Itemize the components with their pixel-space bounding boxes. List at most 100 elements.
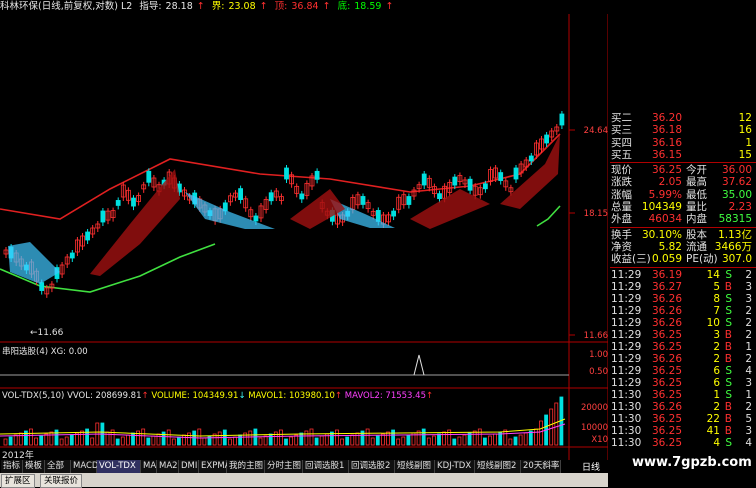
tick-price: 36.26 (651, 352, 682, 365)
vol-tick-3: X10 (591, 435, 608, 445)
tick-side: B (724, 424, 732, 437)
tab-8[interactable]: EXPMA (199, 460, 230, 473)
volume-bar (472, 430, 477, 446)
candle-body (131, 197, 136, 207)
down-band (8, 242, 60, 284)
tab-15[interactable]: 短线副图2 (475, 460, 521, 473)
watermark: www.7gpzb.com (632, 455, 752, 470)
volume-bar (238, 434, 243, 446)
tick-count: 2 (745, 328, 752, 341)
tab-6[interactable]: MA2 (157, 460, 179, 473)
tick-row: 11:29 36.19 14 S 2 (610, 269, 756, 281)
bid-row: 买四 36.16 1 (610, 137, 756, 149)
candle-body (482, 183, 488, 190)
tab-16[interactable]: 20天斜率 (521, 460, 561, 473)
vol-tick-2: 10000 (580, 423, 608, 433)
volume-value: VOLUME: 104349.91 (151, 391, 239, 401)
bid-price: 36.20 (651, 112, 682, 124)
candle-body (513, 167, 519, 180)
volume-bar (457, 436, 462, 446)
expand-area-button[interactable]: 扩展区 (1, 474, 35, 488)
tick-time: 11:30 (611, 424, 642, 437)
volume-bar (39, 435, 44, 446)
volume-bar (171, 438, 176, 446)
tick-count: 2 (745, 352, 752, 365)
volume-bar (549, 408, 554, 446)
volume-title: VOL-TDX(5,10) VVOL: 208699.81↑ VOLUME: 1… (2, 391, 434, 401)
tick-row: 11:29 36.26 10 S 2 (610, 317, 756, 329)
period-label[interactable]: 日线 (582, 460, 600, 473)
tab-3[interactable]: MACD (71, 460, 98, 473)
tab-0[interactable]: 指标 (1, 460, 23, 473)
candle-body (299, 193, 305, 200)
tab-13[interactable]: 短线副图 (395, 460, 435, 473)
candle-body (467, 178, 473, 191)
candle-body (452, 176, 458, 186)
stat-label: 收益(三) (611, 253, 651, 266)
tick-price: 36.25 (651, 436, 682, 449)
vol-indicator-name: VOL-TDX(5,10) (2, 391, 65, 401)
stat-value: 5.82 (658, 240, 682, 253)
tab-2[interactable]: 全部 (45, 460, 71, 473)
tick-price: 36.25 (651, 412, 682, 425)
volume-bar (141, 428, 146, 446)
tick-side: S (725, 364, 732, 377)
tick-count: 1 (745, 340, 752, 353)
tick-price: 36.25 (651, 376, 682, 389)
bid-price: 36.15 (651, 148, 682, 161)
volume-bar (554, 402, 559, 446)
mavol2-value: MAVOL2: 71553.45 (344, 391, 426, 401)
stat-label2: 流通 (686, 240, 707, 253)
volume-bar (156, 433, 161, 446)
tick-side: S (725, 304, 732, 317)
tick-time: 11:29 (611, 340, 642, 353)
volume-bar (309, 428, 314, 446)
tick-time: 11:29 (611, 328, 642, 341)
tab-12[interactable]: 回调选股2 (349, 460, 395, 473)
volume-bar (350, 434, 355, 446)
tick-price: 36.25 (651, 340, 682, 353)
stat-value2: 2.23 (728, 201, 752, 214)
tick-price: 36.26 (651, 400, 682, 413)
tab-14[interactable]: KDJ-TDX (435, 460, 475, 473)
related-quote-button[interactable]: 关联报价 (40, 474, 83, 488)
tab-5[interactable]: MA (141, 460, 157, 473)
tick-row: 11:30 36.25 4 S 4 (610, 437, 756, 449)
volume-bar (534, 428, 538, 446)
tab-7[interactable]: DMI (179, 460, 199, 473)
tab-4[interactable]: VOL-TDX (97, 460, 141, 473)
candle-body (100, 210, 106, 223)
tick-side: S (725, 376, 732, 389)
volume-bar (503, 429, 508, 446)
stat-label: 净资 (611, 240, 632, 253)
tick-row: 11:29 36.27 5 B 3 (610, 281, 756, 293)
candle-body (69, 252, 75, 259)
stat-value: 36.25 (651, 164, 682, 177)
stat-row: 总量 104349 量比 2.23 (610, 201, 756, 213)
bid-volume: 15 (738, 148, 752, 161)
candle-body (544, 134, 549, 144)
tick-row: 11:29 36.25 6 S 4 (610, 365, 756, 377)
tick-row: 11:29 36.25 2 B 1 (610, 341, 756, 353)
volume-bar (273, 431, 278, 446)
tick-row: 11:29 36.25 6 S 3 (610, 377, 756, 389)
tab-9[interactable]: 我的主图 (227, 460, 265, 473)
candle-body (253, 215, 259, 222)
tab-10[interactable]: 分时主图 (265, 460, 303, 473)
volume-bar (8, 436, 13, 446)
tick-count: 4 (745, 436, 752, 449)
jie-value: 23.08 (228, 1, 256, 12)
tab-1[interactable]: 模板 (23, 460, 45, 473)
tab-11[interactable]: 回调选股1 (303, 460, 349, 473)
tick-side: B (724, 412, 732, 425)
stat-label2: 内盘 (686, 213, 707, 226)
vvol-value: VVOL: 208699.81 (67, 391, 142, 401)
candle-body (391, 210, 397, 217)
tick-time: 11:29 (611, 268, 642, 281)
stat-row: 净资 5.82 流通 3466万 (610, 241, 756, 253)
volume-bar (115, 438, 120, 446)
di-label: 底: (337, 1, 351, 12)
tick-row: 11:30 36.25 22 B 5 (610, 413, 756, 425)
bid-label: 买五 (611, 148, 632, 161)
volume-bar (289, 436, 294, 446)
